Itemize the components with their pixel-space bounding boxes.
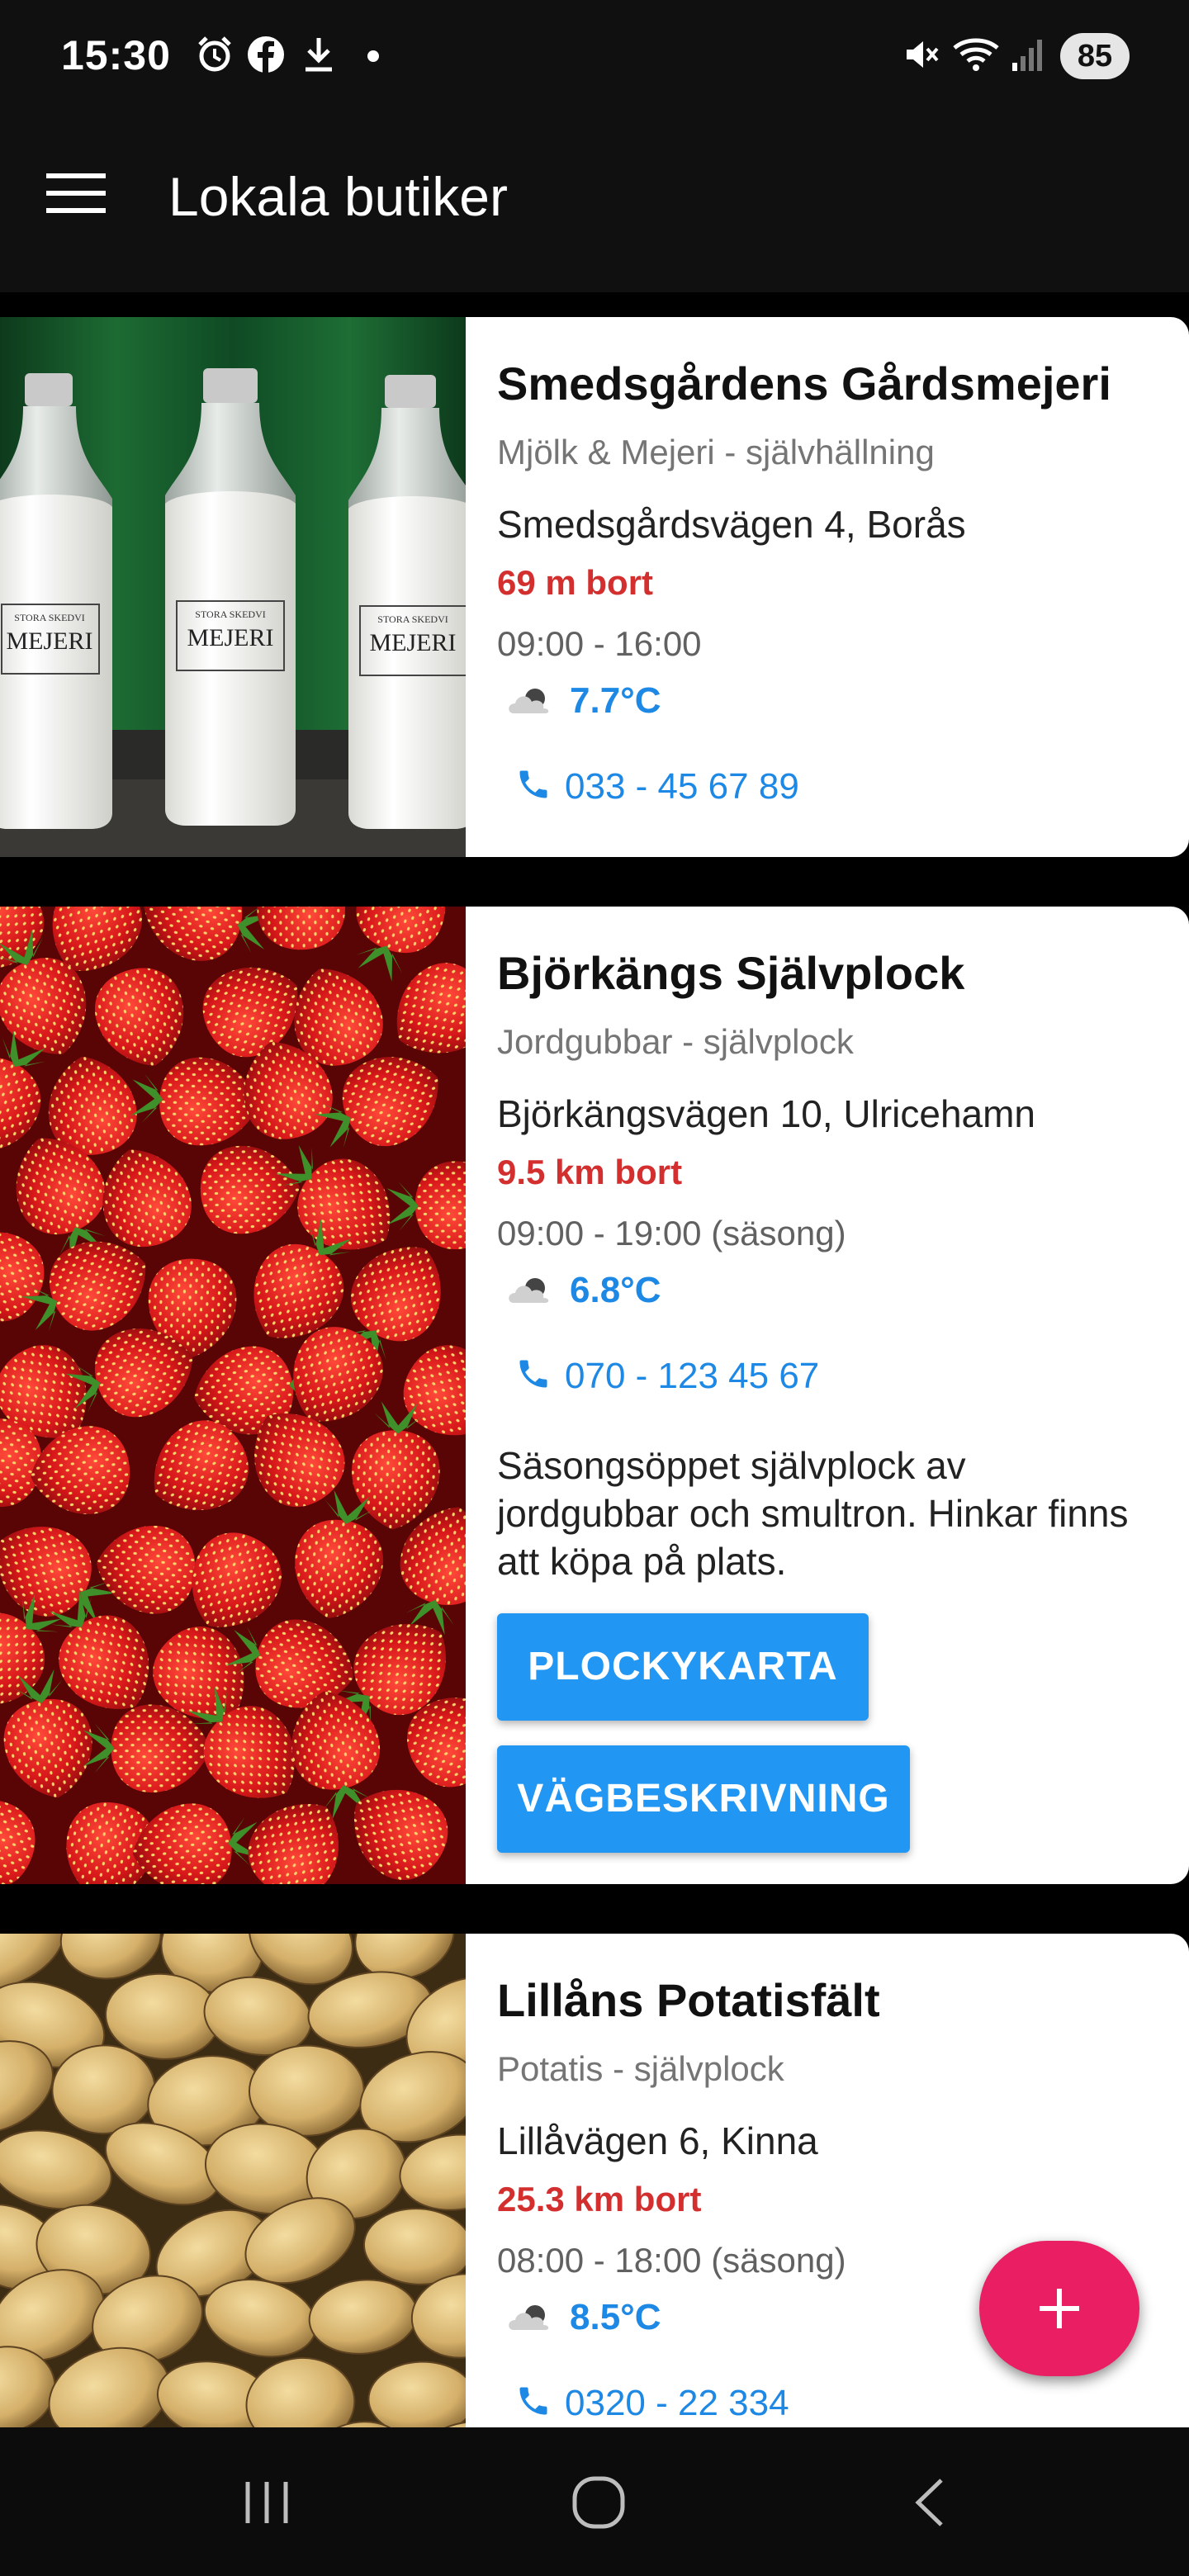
weather-temperature: 7.7°C	[570, 680, 661, 721]
phone-icon	[519, 2387, 547, 2415]
weather-temperature: 6.8°C	[570, 1270, 661, 1310]
bottle-label-main: MEJERI	[7, 627, 93, 655]
shop-distance: 9.5 km bort	[497, 1153, 683, 1191]
system-navigation-bar	[0, 2427, 1189, 2576]
shop-card[interactable]: Björkängs Självplock Jordgubbar - självp…	[0, 907, 1189, 1884]
plus-icon	[1040, 2289, 1079, 2328]
potatoes-photo	[0, 1934, 466, 2427]
shop-category: Potatis - självplock	[497, 2049, 784, 2088]
phone-number[interactable]: 070 - 123 45 67	[565, 1356, 819, 1397]
add-shop-button[interactable]	[979, 2241, 1139, 2376]
battery-icon: 85	[1060, 33, 1130, 79]
shop-address: Lillåvägen 6, Kinna	[497, 2119, 818, 2162]
cloud-icon	[509, 1278, 549, 1303]
bottle-label-main: MEJERI	[370, 629, 457, 656]
potato	[248, 2044, 365, 2137]
bottle-label-top: STORA SKEDVI	[377, 613, 448, 625]
status-time: 15:30	[61, 32, 171, 78]
shop-category: Jordgubbar - självplock	[497, 1022, 854, 1061]
status-bar: 15:30 85	[0, 0, 1189, 112]
hamburger-menu-icon[interactable]	[46, 173, 106, 220]
pick-map-button[interactable]: PLOCKYKARTA	[497, 1613, 869, 1721]
shop-distance: 69 m bort	[497, 563, 654, 602]
wifi-icon	[953, 38, 999, 71]
screen: 15:30 85 Lokala butiker STORA SKEDVI MEJ…	[0, 0, 1189, 2576]
milk-bottles-photo: STORA SKEDVI MEJERI STORA SKEDVI MEJERI	[0, 317, 466, 857]
bottle-label-top: STORA SKEDVI	[195, 608, 265, 620]
shop-category: Mjölk & Mejeri - självhällning	[497, 433, 935, 471]
bottle-label-main: MEJERI	[187, 624, 274, 651]
shop-hours: 09:00 - 16:00	[497, 624, 702, 663]
phone-number[interactable]: 033 - 45 67 89	[565, 766, 799, 807]
signal-icon	[1012, 40, 1042, 71]
weather-temperature: 8.5°C	[570, 2297, 661, 2337]
back-icon[interactable]	[903, 2474, 961, 2531]
shop-hours: 09:00 - 19:00 (säsong)	[497, 1214, 846, 1252]
shop-hours: 08:00 - 18:00 (säsong)	[497, 2241, 846, 2280]
shop-address: Björkängsvägen 10, Ulricehamn	[497, 1092, 1036, 1135]
shop-name: Lillåns Potatisfält	[497, 1974, 880, 2026]
alarm-icon	[198, 36, 231, 72]
cloud-icon	[509, 689, 549, 713]
shop-name: Smedsgårdens Gårdsmejeri	[497, 358, 1111, 410]
shop-card[interactable]: STORA SKEDVI MEJERI STORA SKEDVI MEJERI	[0, 317, 1189, 857]
phone-icon	[519, 770, 547, 798]
download-icon	[306, 38, 332, 72]
mute-icon	[907, 41, 939, 68]
phone-icon	[519, 1360, 547, 1388]
notification-dot-icon	[367, 50, 379, 62]
strawberries-photo	[0, 907, 466, 1884]
shop-name: Björkängs Självplock	[497, 947, 965, 999]
bottle-label-top: STORA SKEDVI	[14, 612, 84, 623]
app-bar: Lokala butiker	[0, 112, 1189, 292]
directions-button[interactable]: VÄGBESKRIVNING	[497, 1745, 910, 1853]
facebook-icon	[248, 36, 284, 73]
shop-address: Smedsgårdsvägen 4, Borås	[497, 503, 966, 546]
shop-description: Säsongsöppet självplock av jordgubbar oc…	[497, 1444, 1129, 1583]
cloud-icon	[509, 2305, 549, 2330]
shop-list[interactable]: STORA SKEDVI MEJERI STORA SKEDVI MEJERI	[0, 292, 1189, 2427]
phone-number[interactable]: 0320 - 22 334	[565, 2383, 789, 2424]
recent-apps-icon[interactable]	[238, 2474, 296, 2531]
shop-distance: 25.3 km bort	[497, 2180, 702, 2218]
home-icon[interactable]	[570, 2474, 628, 2531]
page-title: Lokala butiker	[168, 166, 508, 227]
